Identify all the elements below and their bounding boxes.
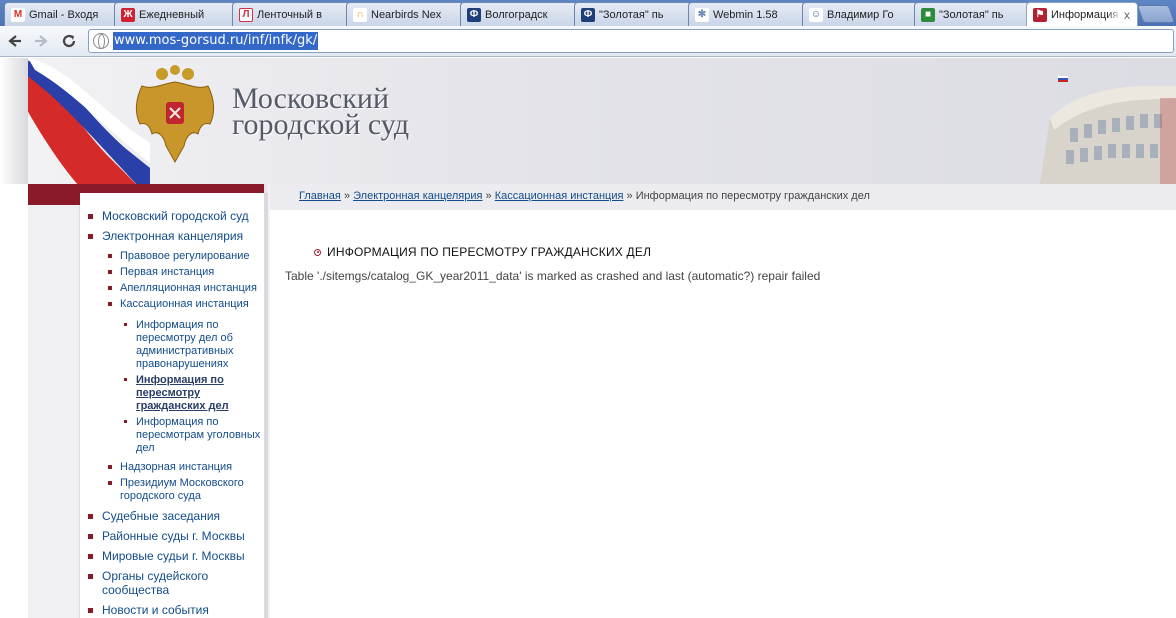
f-icon: Ф [581, 7, 595, 22]
toolbar: www.mos-gorsud.ru/inf/infk/gk/ [0, 26, 1176, 57]
tab-vladimir[interactable]: ☺ Владимир Го [802, 2, 918, 26]
sidebar-item-judicial-bodies[interactable]: Органы судейского сообщества [80, 569, 220, 597]
person-icon: ☺ [809, 7, 823, 22]
reload-icon[interactable] [58, 30, 80, 52]
tab-ej[interactable]: Ж Ежедневный [114, 2, 236, 26]
tab-zolotaya-2[interactable]: ■ "Золотая" пь [914, 2, 1030, 26]
subsubmenu-item-criminal-cases[interactable]: Информация по пересмотрам уголовных дел [120, 416, 262, 455]
forward-icon[interactable] [30, 30, 52, 52]
ej-icon: Ж [121, 7, 135, 22]
tab-title: Webmin 1.58 [713, 8, 778, 21]
breadcrumb-cassation[interactable]: Кассационная инстанция [495, 190, 624, 202]
column-decoration [0, 58, 28, 184]
sidebar-item-e-chancellery[interactable]: Электронная канцелярия Правовое регулиро… [80, 229, 264, 503]
tab-title: Nearbirds Nex [371, 8, 442, 21]
bullet-icon [314, 248, 321, 256]
page-title: ИНФОРМАЦИЯ ПО ПЕРЕСМОТРУ ГРАЖДАНСКИХ ДЕЛ [314, 245, 651, 259]
breadcrumb-home[interactable]: Главная [299, 190, 341, 202]
tab-volgograd[interactable]: Ф Волгоградск [460, 2, 578, 26]
court-icon: ⚑ [1033, 7, 1047, 22]
subsubmenu-item-admin-cases[interactable]: Информация по пересмотру дел об админист… [120, 319, 262, 371]
tab-gmail[interactable]: M Gmail - Входя [4, 2, 118, 26]
breadcrumb-separator: » [626, 190, 633, 202]
address-bar[interactable]: www.mos-gorsud.ru/inf/infk/gk/ [88, 29, 1174, 53]
tab-strip: M Gmail - Входя Ж Ежедневный Л Ленточный… [0, 0, 1176, 26]
left-frame [28, 205, 80, 618]
back-icon[interactable] [4, 30, 26, 52]
new-tab-button[interactable] [1136, 5, 1176, 23]
tab-title: Ежедневный [139, 8, 205, 21]
tab-zolotaya-1[interactable]: Ф "Золотая" пь [574, 2, 692, 26]
sidebar-item-court-sessions[interactable]: Судебные заседания [80, 509, 264, 523]
breadcrumb-current: Информация по пересмотру гражданских дел [635, 190, 870, 202]
close-icon[interactable]: x [1121, 9, 1133, 21]
coat-of-arms-icon [135, 65, 215, 164]
submenu-item-presidium[interactable]: Президиум Московского городского суда [102, 477, 252, 503]
url-text[interactable]: www.mos-gorsud.ru/inf/infk/gk/ [113, 32, 319, 50]
tab-informatsiya[interactable]: ⚑ Информация x [1026, 2, 1138, 26]
submenu-item-label[interactable]: Кассационная инстанция [120, 298, 249, 310]
breadcrumb-separator: » [343, 190, 351, 202]
sidebar-item-magistrates[interactable]: Мировые судьи г. Москвы [80, 549, 264, 563]
f-icon: Ф [467, 7, 481, 22]
submenu-item-appeal-instance[interactable]: Апелляционная инстанция [102, 282, 264, 295]
tab-title: Информация [1051, 8, 1119, 21]
globe-icon [93, 33, 109, 49]
court-building-image [1040, 86, 1176, 184]
tab-nearbirds[interactable]: ∩ Nearbirds Nex [346, 2, 464, 26]
green-square-icon: ■ [921, 7, 935, 22]
tab-title: Ленточный в [257, 8, 322, 21]
sidebar-item-moscow-court[interactable]: Московский городской суд [80, 209, 264, 223]
lenta-icon: Л [239, 7, 253, 22]
rainbow-icon: ∩ [353, 7, 367, 22]
sidebar-nav: Московский городской суд Электронная кан… [80, 193, 268, 618]
site-header: Московский городской суд [0, 58, 1176, 184]
tab-title: "Золотая" пь [939, 8, 1004, 21]
breadcrumb: Главная » Электронная канцелярия » Касса… [270, 184, 1176, 210]
court-title-line-2: городской суд [232, 108, 410, 141]
breadcrumb-separator: » [485, 190, 492, 202]
tab-title: Владимир Го [827, 8, 894, 21]
error-message: Table './sitemgs/catalog_GK_year2011_dat… [285, 269, 821, 283]
submenu-item-first-instance[interactable]: Первая инстанция [102, 266, 264, 279]
tab-webmin[interactable]: ✻ Webmin 1.58 [688, 2, 806, 26]
sidebar-item-news[interactable]: Новости и события [80, 603, 264, 617]
gmail-icon: M [11, 7, 25, 22]
submenu-item-cassation-instance[interactable]: Кассационная инстанция Информация по пер… [102, 298, 264, 455]
page-title-text: ИНФОРМАЦИЯ ПО ПЕРЕСМОТРУ ГРАЖДАНСКИХ ДЕЛ [327, 245, 652, 259]
court-title: Московский городской суд [232, 84, 410, 141]
main-content: ИНФОРМАЦИЯ ПО ПЕРЕСМОТРУ ГРАЖДАНСКИХ ДЕЛ… [270, 210, 1176, 618]
tab-title: "Золотая" пь [599, 8, 664, 21]
submenu-item-legal-regulation[interactable]: Правовое регулирование [102, 250, 264, 263]
tab-title: Волгоградск [485, 8, 548, 21]
sidebar-item-label[interactable]: Электронная канцелярия [102, 229, 243, 243]
tab-title: Gmail - Входя [29, 8, 99, 21]
tab-lenta[interactable]: Л Ленточный в [232, 2, 350, 26]
sidebar-item-district-courts[interactable]: Районные суды г. Москвы [80, 529, 264, 543]
breadcrumb-e-chancellery[interactable]: Электронная канцелярия [353, 190, 482, 202]
webmin-icon: ✻ [695, 7, 709, 22]
submenu-item-supervisory-instance[interactable]: Надзорная инстанция [102, 461, 264, 474]
subsubmenu-item-civil-cases[interactable]: Информация по пересмотру гражданских дел [120, 374, 262, 413]
